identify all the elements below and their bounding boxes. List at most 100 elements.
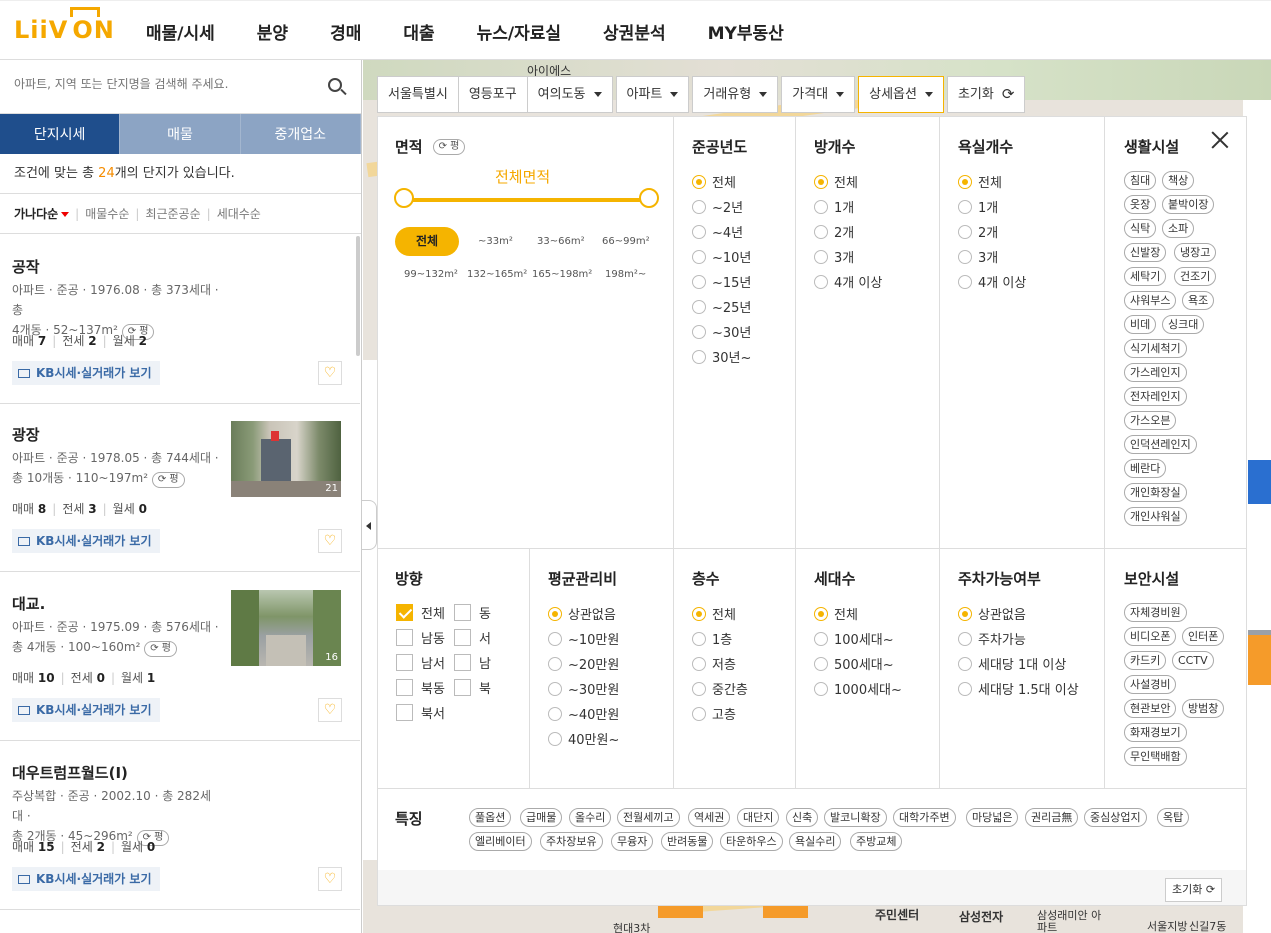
panel-reset-button[interactable]: 초기화 ⟳ — [1165, 878, 1223, 902]
households-option[interactable]: 전체 — [814, 604, 858, 623]
security-tag[interactable]: 자체경비원 — [1124, 603, 1187, 622]
living-tag[interactable]: 소파 — [1162, 219, 1195, 238]
area-option[interactable]: 165~198m² — [532, 269, 592, 280]
security-tag[interactable]: 무인택배함 — [1124, 747, 1187, 766]
feature-tag[interactable]: 주차장보유 — [540, 832, 603, 851]
filter-detail-options[interactable]: 상세옵션 — [858, 76, 944, 113]
living-tag[interactable]: 침대 — [1124, 171, 1157, 190]
area-slider-track[interactable] — [403, 198, 649, 202]
living-tag[interactable]: 욕조 — [1182, 291, 1215, 310]
parking-option[interactable]: 주차가능 — [958, 629, 1026, 648]
feature-tag[interactable]: 대단지 — [737, 808, 780, 827]
year-option[interactable]: ~10년 — [692, 247, 751, 266]
baths-option[interactable]: 3개 — [958, 247, 998, 266]
direction-option[interactable]: 북서 — [396, 703, 445, 722]
living-tag[interactable]: 비데 — [1124, 315, 1157, 334]
living-tag[interactable]: 베란다 — [1124, 459, 1167, 478]
area-option[interactable]: 33~66m² — [537, 236, 585, 247]
feature-tag[interactable]: 전월세끼고 — [617, 808, 680, 827]
rooms-option[interactable]: 전체 — [814, 172, 858, 191]
parking-option[interactable]: 세대당 1.5대 이상 — [958, 679, 1079, 698]
rooms-option[interactable]: 1개 — [814, 197, 854, 216]
crumb-district[interactable]: 영등포구 — [457, 76, 528, 113]
favorite-heart-icon[interactable]: ♡ — [318, 867, 342, 891]
living-tag[interactable]: 전자레인지 — [1124, 387, 1187, 406]
feature-tag[interactable]: 급매물 — [520, 808, 563, 827]
living-tag[interactable]: 가스레인지 — [1124, 363, 1187, 382]
reset-button[interactable]: 초기화 ⟳ — [946, 76, 1026, 113]
security-tag[interactable]: 비디오폰 — [1124, 627, 1177, 646]
kb-price-button[interactable]: KB시세·실거래가 보기 — [12, 361, 160, 385]
rooms-option[interactable]: 4개 이상 — [814, 272, 882, 291]
close-icon[interactable] — [1211, 131, 1229, 149]
feature-tag[interactable]: 역세권 — [688, 808, 731, 827]
feature-tag[interactable]: 반려동물 — [661, 832, 714, 851]
area-option[interactable]: 132~165m² — [467, 269, 527, 280]
living-tag[interactable]: 붙박이장 — [1162, 195, 1215, 214]
complex-name[interactable]: 대교. — [12, 593, 45, 614]
living-tag[interactable]: 인덕션레인지 — [1124, 435, 1197, 454]
map-marker[interactable] — [1248, 460, 1271, 504]
list-scrollbar[interactable] — [356, 236, 360, 356]
living-tag[interactable]: 개인화장실 — [1124, 483, 1187, 502]
list-item[interactable]: 대우트럼프월드(I) 주상복합 · 준공 · 2002.10 · 총 282세대… — [0, 742, 360, 910]
security-tag[interactable]: 카드키 — [1124, 651, 1167, 670]
nav-item-presale[interactable]: 분양 — [257, 19, 288, 44]
area-option[interactable]: 198m²~ — [605, 269, 646, 280]
direction-option[interactable]: 전체 — [396, 603, 445, 622]
filter-price[interactable]: 가격대 — [781, 76, 856, 113]
year-option[interactable]: ~4년 — [692, 222, 743, 241]
baths-option[interactable]: 1개 — [958, 197, 998, 216]
area-option[interactable]: 99~132m² — [404, 269, 458, 280]
security-tag[interactable]: 현관보안 — [1124, 699, 1177, 718]
complex-name[interactable]: 광장 — [12, 424, 40, 445]
feature-tag[interactable]: 주방교체 — [850, 832, 903, 851]
baths-option[interactable]: 전체 — [958, 172, 1002, 191]
security-tag[interactable]: 인터폰 — [1182, 627, 1225, 646]
security-tag[interactable]: 사설경비 — [1124, 675, 1177, 694]
feature-tag[interactable]: 옥탑 — [1157, 808, 1190, 827]
floor-option[interactable]: 전체 — [692, 604, 736, 623]
year-option[interactable]: ~30년 — [692, 322, 751, 341]
year-option[interactable]: ~25년 — [692, 297, 751, 316]
living-tag[interactable]: 옷장 — [1124, 195, 1157, 214]
map-marker[interactable] — [1248, 635, 1271, 685]
direction-option[interactable]: 동 — [454, 603, 491, 622]
households-option[interactable]: 500세대~ — [814, 654, 894, 673]
filter-trade-type[interactable]: 거래유형 — [692, 76, 779, 113]
direction-option[interactable]: 남 — [454, 653, 491, 672]
households-option[interactable]: 100세대~ — [814, 629, 894, 648]
security-tag[interactable]: 방범창 — [1182, 699, 1225, 718]
kb-price-button[interactable]: KB시세·실거래가 보기 — [12, 698, 160, 722]
living-tag[interactable]: 개인샤워실 — [1124, 507, 1187, 526]
living-tag[interactable]: 식기세척기 — [1124, 339, 1187, 358]
living-tag[interactable]: 샤워부스 — [1124, 291, 1177, 310]
security-tag[interactable]: 화재경보기 — [1124, 723, 1187, 742]
tab-agencies[interactable]: 중개업소 — [240, 114, 361, 154]
fee-option[interactable]: 상관없음 — [548, 604, 616, 623]
search-icon[interactable] — [328, 78, 342, 92]
baths-option[interactable]: 4개 이상 — [958, 272, 1026, 291]
complex-photo[interactable]: 21 — [231, 421, 341, 497]
area-pyeong-toggle[interactable]: ⟳ 평 — [432, 138, 466, 155]
sort-households[interactable]: 세대수순 — [217, 194, 261, 233]
crumb-city[interactable]: 서울특별시 — [377, 76, 459, 113]
feature-tag[interactable]: 대학가주변 — [893, 808, 956, 827]
floor-option[interactable]: 중간층 — [692, 679, 748, 698]
floor-option[interactable]: 1층 — [692, 629, 732, 648]
feature-tag[interactable]: 엘리베이터 — [469, 832, 532, 851]
pyeong-toggle[interactable]: ⟳ 평 — [151, 472, 185, 488]
filter-property-type[interactable]: 아파트 — [615, 76, 690, 113]
fee-option[interactable]: ~30만원 — [548, 679, 619, 698]
complex-name[interactable]: 대우트럼프월드(I) — [12, 762, 128, 783]
feature-tag[interactable]: 욕실수리 — [789, 832, 842, 851]
collapse-panel-button[interactable] — [361, 500, 377, 550]
tab-complex-price[interactable]: 단지시세 — [0, 114, 121, 154]
living-tag[interactable]: 가스오븐 — [1124, 411, 1177, 430]
living-tag[interactable]: 식탁 — [1124, 219, 1157, 238]
living-tag[interactable]: 건조기 — [1174, 267, 1217, 286]
parking-option[interactable]: 세대당 1대 이상 — [958, 654, 1066, 673]
feature-tag[interactable]: 중심상업지 — [1084, 808, 1147, 827]
direction-option[interactable]: 남서 — [396, 653, 445, 672]
direction-option[interactable]: 남동 — [396, 628, 445, 647]
